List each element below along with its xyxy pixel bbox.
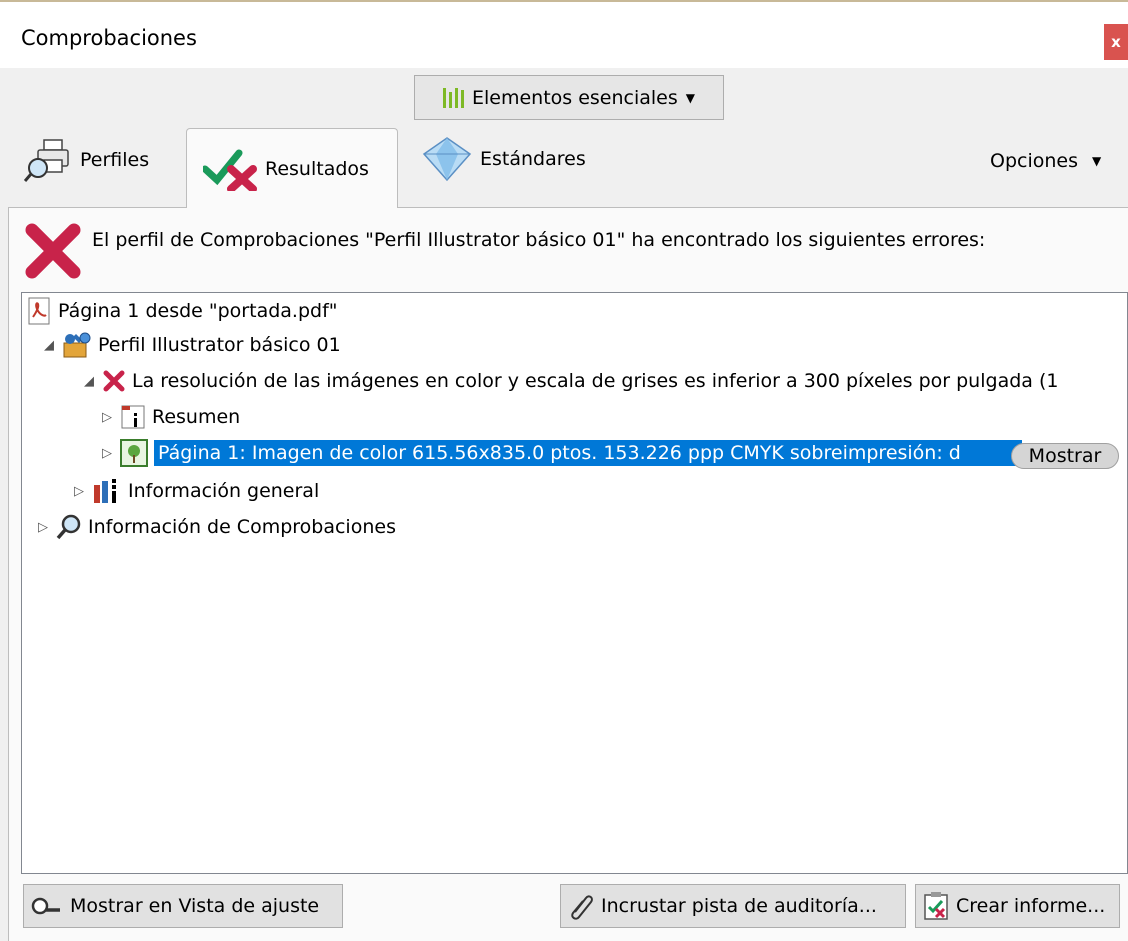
error-x-icon — [103, 370, 125, 392]
window-title: Comprobaciones — [21, 26, 197, 50]
tab-resultados-label: Resultados — [265, 157, 369, 180]
tree-item-page[interactable]: Página 1 desde "portada.pdf" — [26, 294, 338, 328]
report-icon — [924, 892, 948, 920]
checkmark-x-icon — [203, 149, 257, 191]
embed-audit-trail-button[interactable]: Incrustar pista de auditoría... — [560, 884, 906, 928]
selected-item-label: Página 1: Imagen de color 615.56x835.0 p… — [158, 442, 961, 464]
paperclip-icon — [571, 895, 593, 920]
error-message: El perfil de Comprobaciones "Perfil Illu… — [92, 229, 986, 251]
title-bar: Comprobaciones x — [0, 2, 1128, 68]
selected-item-highlight[interactable]: Página 1: Imagen de color 615.56x835.0 p… — [154, 440, 1022, 466]
printer-magnifier-icon — [24, 139, 69, 182]
show-button[interactable]: Mostrar — [1011, 443, 1119, 469]
tree-item-profile-label: Perfil Illustrator básico 01 — [98, 334, 341, 356]
tab-estandares-label: Estándares — [480, 148, 586, 170]
options-menu[interactable]: Opciones ▼ — [990, 150, 1101, 172]
tab-estandares[interactable]: Estándares — [420, 136, 586, 182]
tree-item-selected-image[interactable]: ▷ Página 1: Imagen de color 615.56x835.0… — [100, 436, 1022, 470]
error-x-icon — [25, 223, 81, 279]
close-button[interactable]: x — [1104, 24, 1128, 60]
create-report-button[interactable]: Crear informe... — [915, 884, 1120, 928]
chart-info-icon — [94, 479, 116, 503]
image-icon — [120, 439, 148, 467]
tree-item-check-info[interactable]: ▷ Información de Comprobaciones — [36, 510, 396, 544]
show-in-fit-view-label: Mostrar en Vista de ajuste — [70, 895, 320, 917]
tree-item-error-label: La resolución de las imágenes en color y… — [132, 370, 1059, 392]
profile-wrench-icon — [63, 332, 91, 358]
tab-perfiles-label: Perfiles — [80, 149, 150, 171]
collapsed-triangle-icon: ▷ — [38, 519, 48, 535]
info-doc-icon — [121, 405, 145, 429]
tree-item-general-info-label: Información general — [128, 480, 320, 502]
embed-audit-trail-label: Incrustar pista de auditoría... — [601, 895, 877, 917]
tree-item-summary-label: Resumen — [152, 406, 241, 428]
collapsed-triangle-icon: ▷ — [102, 409, 112, 425]
tree-item-summary[interactable]: ▷ Resumen — [100, 400, 240, 434]
diamond-icon — [422, 137, 472, 182]
tree-item-profile[interactable]: ◢ Perfil Illustrator básico 01 — [42, 328, 341, 362]
tab-perfiles[interactable]: Perfiles — [24, 138, 149, 182]
tree-item-check-info-label: Información de Comprobaciones — [88, 516, 396, 538]
library-bars-icon — [442, 87, 464, 108]
chevron-down-icon: ▼ — [1092, 154, 1102, 168]
tree-item-general-info[interactable]: ▷ Información general — [72, 474, 319, 508]
create-report-label: Crear informe... — [956, 895, 1106, 917]
profile-dropdown[interactable]: Elementos esenciales ▼ — [414, 75, 724, 120]
options-label: Opciones — [990, 150, 1078, 172]
magnifier-icon — [31, 897, 60, 915]
pdf-file-icon — [28, 297, 50, 325]
collapsed-triangle-icon: ▷ — [74, 483, 84, 499]
chevron-down-icon: ▼ — [685, 90, 695, 105]
tree-item-error[interactable]: ◢ La resolución de las imágenes en color… — [82, 364, 1058, 398]
profile-dropdown-label: Elementos esenciales — [471, 86, 678, 109]
expanded-triangle-icon: ◢ — [44, 337, 54, 353]
show-in-fit-view-button[interactable]: Mostrar en Vista de ajuste — [23, 884, 343, 928]
collapsed-triangle-icon: ▷ — [102, 445, 112, 461]
tree-item-page-label: Página 1 desde "portada.pdf" — [58, 300, 338, 322]
tab-resultados[interactable]: Resultados — [186, 128, 398, 208]
expanded-triangle-icon: ◢ — [84, 373, 94, 389]
magnifier-icon — [56, 514, 81, 540]
